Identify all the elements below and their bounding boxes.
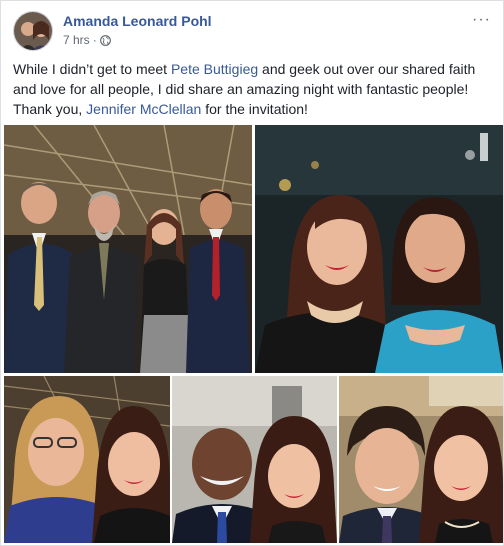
post-text: While I didn’t get to meet Pete Buttigie…	[13, 59, 497, 119]
selfie-two-women-night[interactable]	[255, 125, 503, 373]
facebook-post: Amanda Leonard Pohl 7 hrs · ··· While I …	[0, 0, 504, 546]
selfie-man-and-woman-2[interactable]	[339, 376, 503, 543]
post-header: Amanda Leonard Pohl 7 hrs · ···	[13, 11, 491, 53]
author-avatar[interactable]	[13, 11, 53, 51]
post-meta: 7 hrs ·	[63, 33, 111, 47]
meta-separator: ·	[92, 33, 97, 47]
selfie-man-and-woman[interactable]	[172, 376, 337, 543]
mention-pete-buttigieg[interactable]: Pete Buttigieg	[171, 61, 258, 77]
text-part-1: While I didn’t get to meet	[13, 61, 171, 77]
more-horizontal-icon[interactable]: ···	[472, 11, 491, 29]
selfie-two-women-hall[interactable]	[4, 376, 170, 543]
text-part-3: for the invitation!	[201, 101, 308, 117]
globe-icon[interactable]	[99, 34, 111, 46]
author-name[interactable]: Amanda Leonard Pohl	[63, 13, 212, 29]
post-time[interactable]: 7 hrs	[63, 33, 90, 47]
group-photo-four-people[interactable]	[4, 125, 252, 373]
photo-grid	[4, 125, 503, 543]
mention-jennifer-mcclellan[interactable]: Jennifer McClellan	[86, 101, 201, 117]
